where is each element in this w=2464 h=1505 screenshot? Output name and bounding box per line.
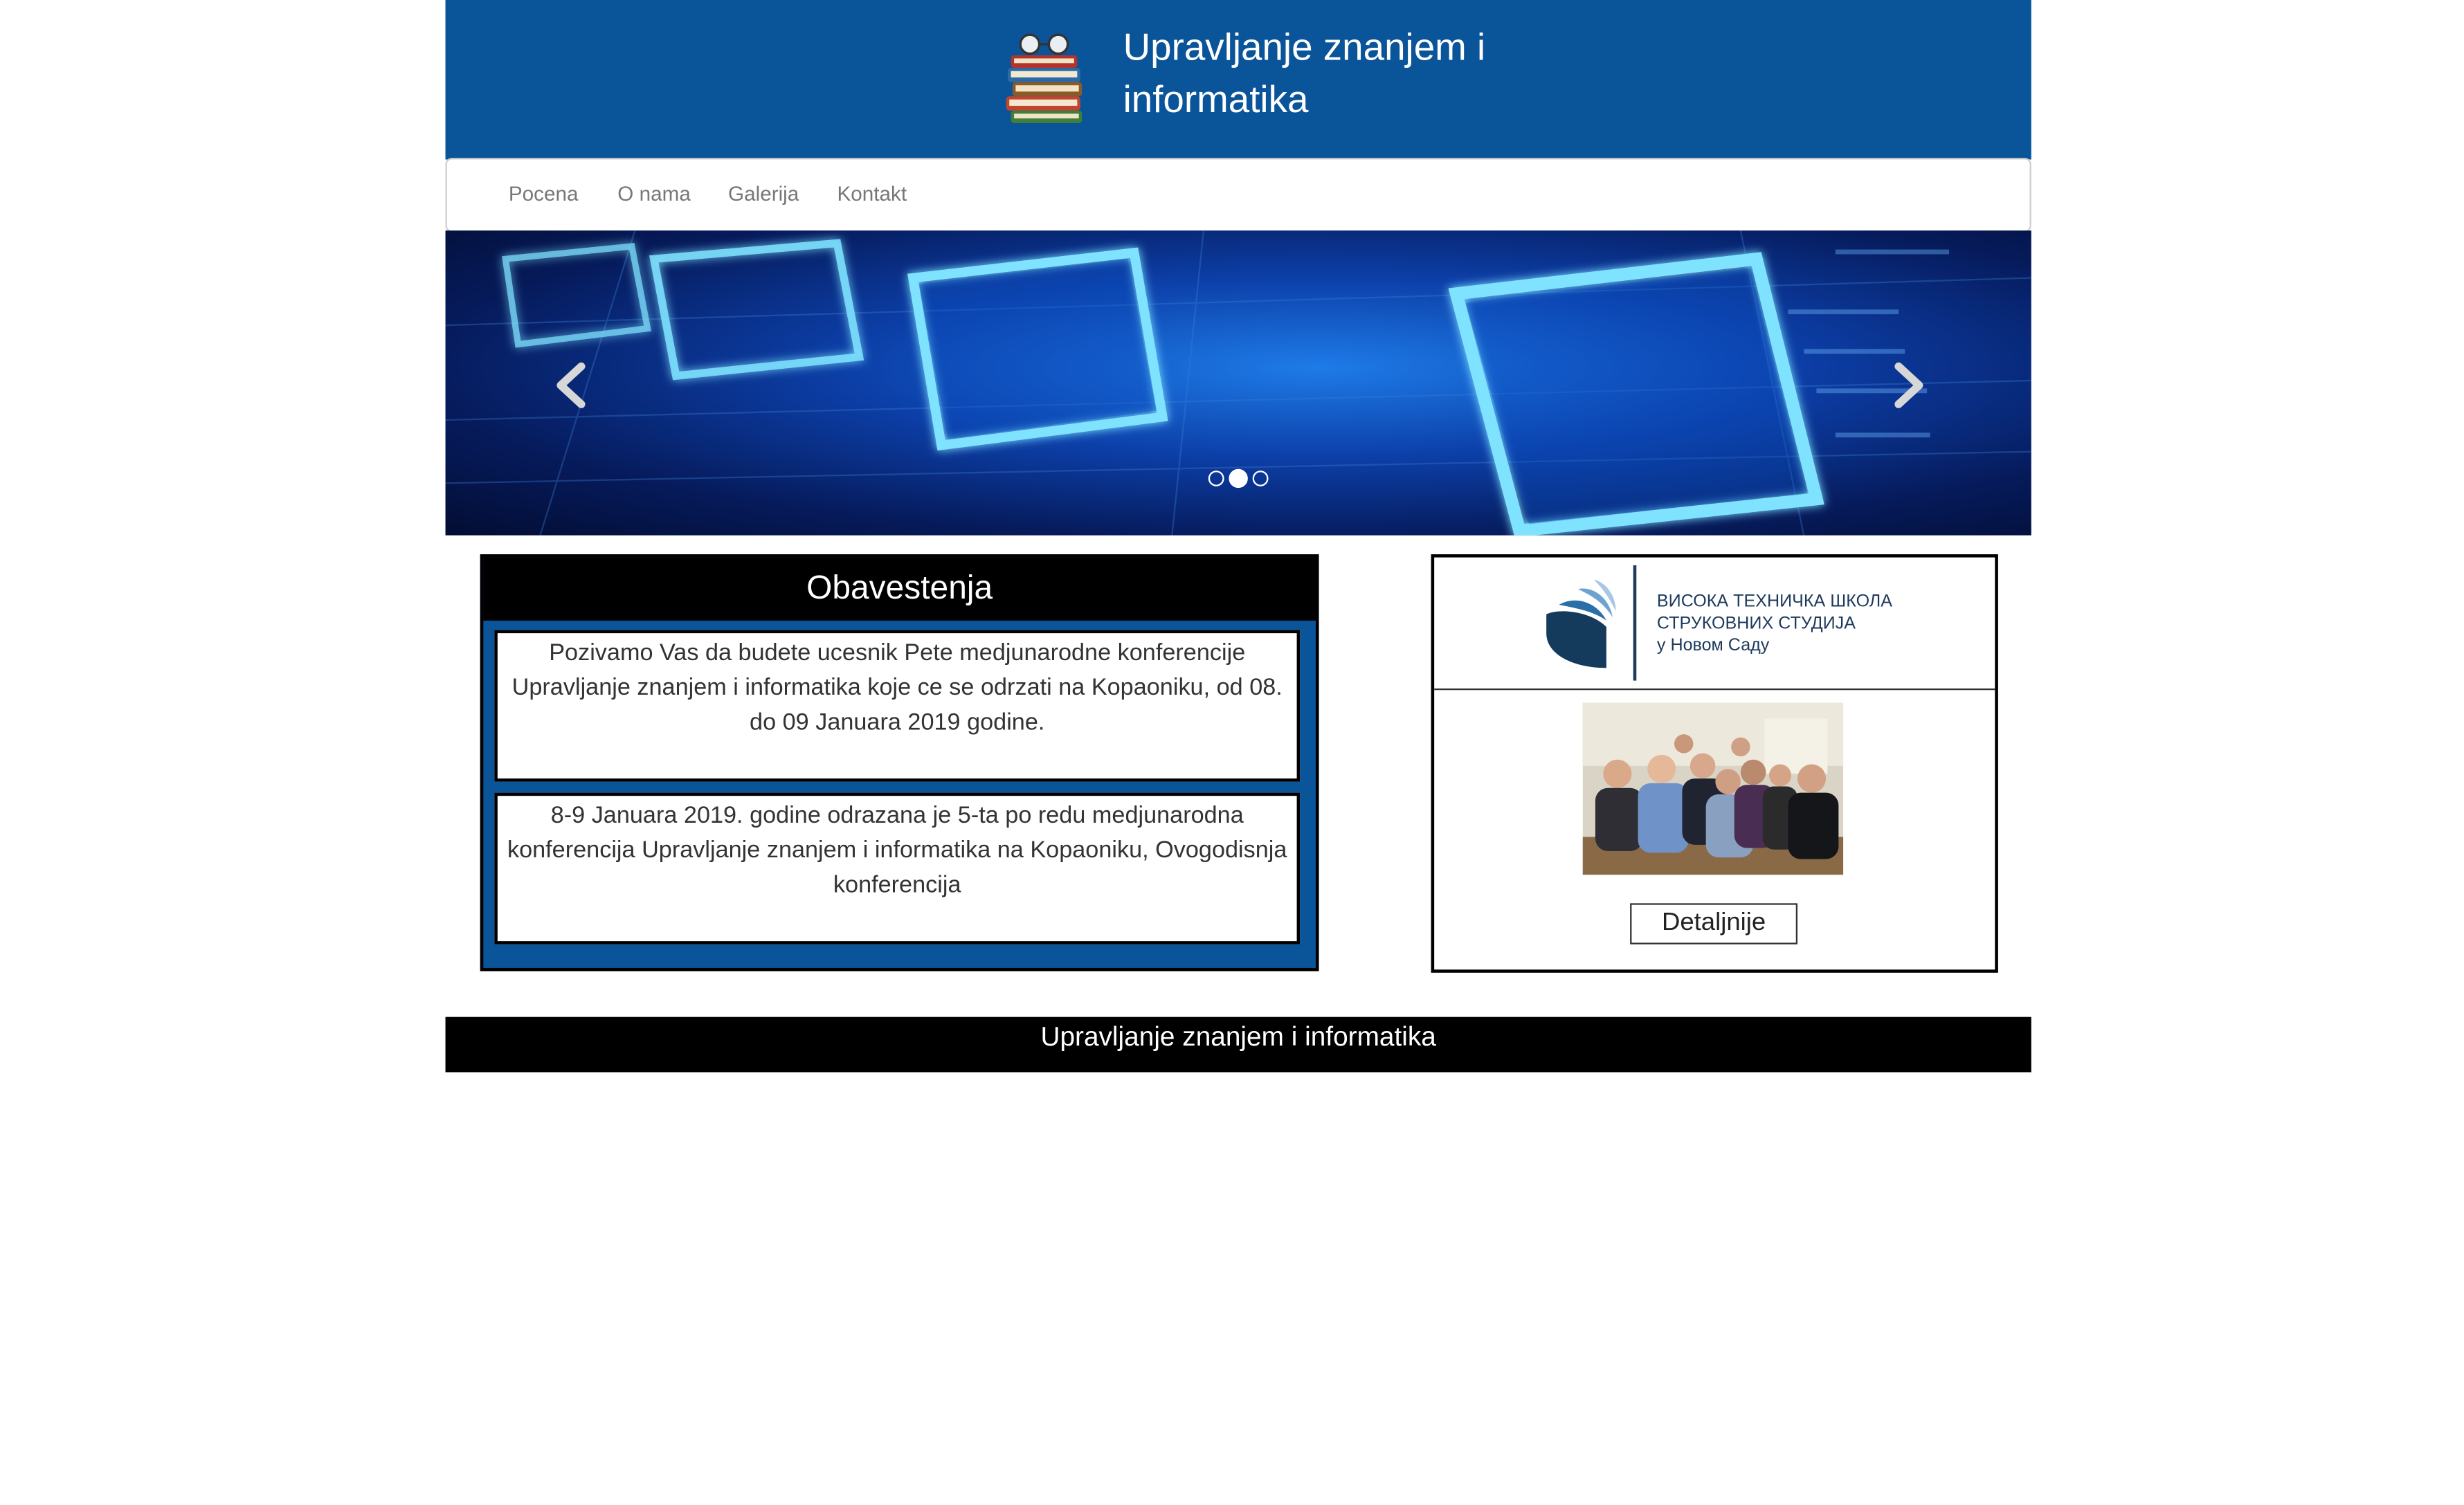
carousel-indicator-2[interactable] — [1229, 468, 1248, 489]
notices-panel: Obavestenja Pozivamo Vas da budete ucesn… — [480, 554, 1319, 972]
school-logo-divider — [1633, 565, 1637, 681]
book-stack-logo-icon — [1006, 33, 1082, 124]
nav-item-o-nama[interactable]: O nama — [617, 181, 691, 205]
conference-audience-photo — [1582, 702, 1844, 875]
school-name-line1: ВИСОКА ТЕХНИЧКА ШКОЛА — [1656, 592, 1893, 612]
site-footer: Upravljanje znanjem i informatika — [445, 1016, 2031, 1073]
nav-item-pocena[interactable]: Pocena — [509, 181, 579, 205]
site-header: Upravljanje znanjem i informatika — [445, 0, 2031, 160]
image-carousel[interactable] — [445, 230, 2031, 536]
notices-heading: Obavestenja — [483, 557, 1316, 621]
school-name-line3: у Новом Саду — [1656, 636, 1770, 656]
carousel-indicator-3[interactable] — [1252, 471, 1269, 486]
notice-text: 8-9 Januara 2019. godine odrazana je 5-t… — [507, 802, 1287, 899]
notice-item: 8-9 Januara 2019. godine odrazana je 5-t… — [494, 792, 1301, 945]
school-name-line2: СТРУКОВНИХ СТУДИЈА — [1656, 614, 1856, 634]
details-button[interactable]: Detaljnije — [1630, 903, 1798, 945]
school-name: ВИСОКА ТЕХНИЧКА ШКОЛА СТРУКОВНИХ СТУДИЈА… — [1657, 591, 1892, 657]
carousel-next-chevron-right-icon[interactable] — [1889, 362, 1930, 409]
notice-text: Pozivamo Vas da budete ucesnik Pete medj… — [511, 639, 1283, 736]
carousel-prev-chevron-left-icon[interactable] — [550, 362, 590, 409]
school-logo: ВИСОКА ТЕХНИЧКА ШКОЛА СТРУКОВНИХ СТУДИЈА… — [1434, 558, 1995, 691]
notice-item: Pozivamo Vas da budete ucesnik Pete medj… — [494, 630, 1301, 782]
school-leaf-logo-icon — [1546, 579, 1616, 668]
carousel-slide-image — [445, 230, 2031, 536]
carousel-indicator-1[interactable] — [1208, 471, 1224, 486]
school-card: ВИСОКА ТЕХНИЧКА ШКОЛА СТРУКОВНИХ СТУДИЈА… — [1431, 554, 1998, 973]
site-title: Upravljanje znanjem i informatika — [1123, 26, 1486, 122]
page: Upravljanje znanjem i informatika Pocena… — [0, 0, 2464, 1505]
nav-item-kontakt[interactable]: Kontakt — [837, 181, 907, 205]
main-nav: Pocena O nama Galerija Kontakt — [445, 158, 2031, 232]
nav-item-galerija[interactable]: Galerija — [728, 181, 799, 205]
